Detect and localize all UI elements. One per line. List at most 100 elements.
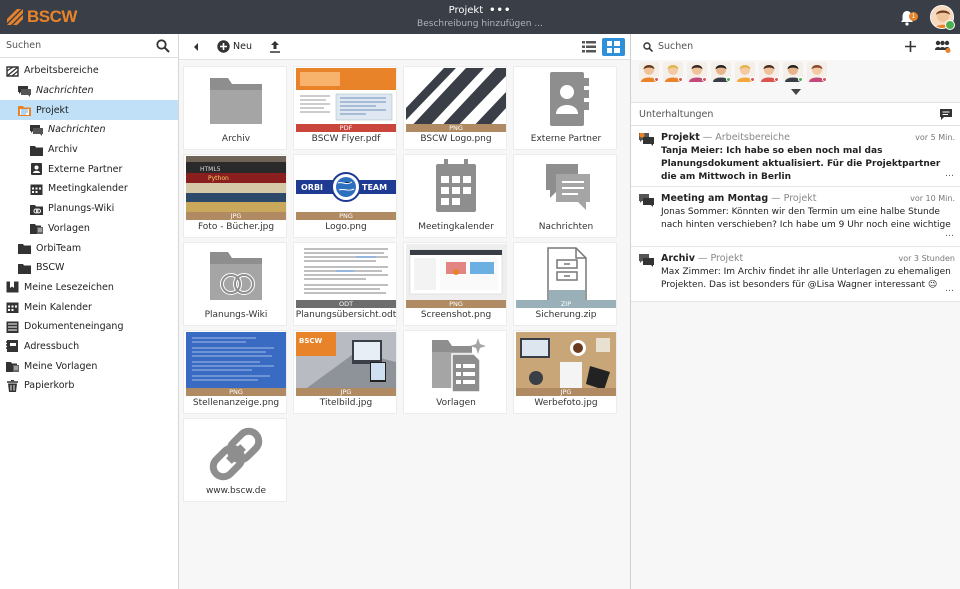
add-icon[interactable] bbox=[905, 41, 916, 52]
workspaces-icon bbox=[6, 66, 19, 77]
file-name: www.bscw.de bbox=[205, 486, 267, 496]
file-name: Werbefoto.jpg bbox=[534, 398, 598, 408]
folder-icon bbox=[18, 244, 31, 255]
conversation-item[interactable]: Archiv — Projekt vor 3 Stunden Max Zimmer:… bbox=[631, 247, 960, 302]
file-tile[interactable]: ZIP Sicherung.zip bbox=[513, 242, 617, 326]
file-tile[interactable]: Planungs-Wiki bbox=[183, 242, 287, 326]
file-tile[interactable]: PNG BSCW Logo.png bbox=[403, 66, 507, 150]
file-tile[interactable]: ODT Planungsübersicht.odt bbox=[293, 242, 397, 326]
tree-item-planungs-wiki[interactable]: Planungs-Wiki bbox=[0, 199, 178, 219]
tree-item-dokumenteneingang[interactable]: Dokumenteneingang bbox=[0, 317, 178, 337]
conversation-item[interactable]: Projekt — Arbeitsbereiche vor 5 Min. Tanja… bbox=[631, 126, 960, 187]
search-icon bbox=[643, 42, 653, 52]
people-search[interactable]: Suchen bbox=[631, 34, 960, 60]
messages-icon bbox=[18, 85, 31, 97]
tree-item-archiv[interactable]: Archiv bbox=[0, 140, 178, 160]
tree-item-papierkorb[interactable]: Papierkorb bbox=[0, 376, 178, 396]
page-title[interactable]: Projekt ••• bbox=[380, 5, 580, 16]
tree-item-adressbuch[interactable]: Adressbuch bbox=[0, 337, 178, 357]
tile-view-button[interactable] bbox=[602, 38, 625, 56]
search-icon[interactable] bbox=[156, 39, 170, 53]
trash-icon bbox=[7, 379, 18, 392]
conversation-title: Projekt — Arbeitsbereiche bbox=[661, 132, 790, 143]
tree-item-bscw[interactable]: BSCW bbox=[0, 258, 178, 278]
file-tile[interactable]: Vorlagen bbox=[403, 330, 507, 414]
file-tile[interactable]: Nachrichten bbox=[513, 154, 617, 238]
bscw-logo[interactable]: BSCW bbox=[6, 7, 77, 27]
tree-item-meetingkalender[interactable]: Meetingkalender bbox=[0, 179, 178, 199]
new-conversation-icon[interactable] bbox=[940, 109, 952, 120]
avatar[interactable] bbox=[735, 62, 755, 82]
titel-thumbnail-icon: BSCW JPG bbox=[296, 332, 396, 396]
upload-icon[interactable] bbox=[269, 40, 281, 53]
file-tile[interactable]: JPG Werbefoto.jpg bbox=[513, 330, 617, 414]
list-view-icon[interactable] bbox=[582, 41, 596, 53]
plus-circle-icon bbox=[217, 40, 230, 53]
more-icon[interactable]: … bbox=[945, 169, 955, 179]
presence-status-icon bbox=[678, 77, 683, 82]
conversations-title: Unterhaltungen bbox=[639, 109, 714, 120]
file-tile[interactable]: PNG Stellenanzeige.png bbox=[183, 330, 287, 414]
job-thumbnail-icon: PNG bbox=[186, 332, 286, 396]
tree-item-label: Adressbuch bbox=[24, 340, 80, 352]
avatar[interactable] bbox=[663, 62, 683, 82]
presence-status-icon bbox=[750, 77, 755, 82]
title-menu-icon[interactable]: ••• bbox=[489, 5, 511, 16]
tree-item-orbiteam[interactable]: OrbiTeam bbox=[0, 238, 178, 258]
templates-icon bbox=[6, 362, 19, 373]
add-description-link[interactable]: Beschreibung hinzufügen ... bbox=[380, 19, 580, 29]
file-tile[interactable]: Meetingkalender bbox=[403, 154, 507, 238]
chevron-down-icon[interactable] bbox=[791, 89, 801, 95]
conversation-item[interactable]: Meeting am Montag — Projekt vor 10 Min. Jo… bbox=[631, 187, 960, 247]
tree-item-nachrichten[interactable]: Nachrichten bbox=[0, 81, 178, 101]
file-tile[interactable]: Archiv bbox=[183, 66, 287, 150]
file-tile[interactable]: ORBI TEAM PNG Logo.png bbox=[293, 154, 397, 238]
svg-text:Python: Python bbox=[208, 175, 229, 182]
tree-item-externe-partner[interactable]: Externe Partner bbox=[0, 159, 178, 179]
group-icon[interactable] bbox=[934, 40, 951, 53]
new-button-label: Neu bbox=[233, 41, 252, 52]
more-icon[interactable]: … bbox=[945, 229, 955, 239]
sidebar-search-label: Suchen bbox=[6, 40, 42, 51]
avatar[interactable] bbox=[759, 62, 779, 82]
avatar[interactable] bbox=[807, 62, 827, 82]
tree-item-label: Meine Vorlagen bbox=[24, 360, 98, 372]
avatar[interactable] bbox=[687, 62, 707, 82]
tree-item-mein-kalender[interactable]: Mein Kalender bbox=[0, 297, 178, 317]
conversation-location-name: Arbeitsbereiche bbox=[715, 132, 791, 143]
file-name: Planungs-Wiki bbox=[204, 310, 268, 320]
tree-item-nachrichten[interactable]: Nachrichten bbox=[0, 120, 178, 140]
file-tile[interactable]: Externe Partner bbox=[513, 66, 617, 150]
file-name: Vorlagen bbox=[436, 398, 476, 408]
sidebar-search[interactable]: Suchen bbox=[0, 34, 178, 58]
new-button[interactable]: Neu bbox=[217, 40, 252, 53]
file-tile[interactable]: PDF BSCW Flyer.pdf bbox=[293, 66, 397, 150]
calendar-thumbnail-icon bbox=[406, 156, 506, 220]
screenshot-thumbnail-icon: PNG bbox=[406, 244, 506, 308]
logo-text: BSCW bbox=[27, 7, 77, 26]
chat-thumbnail-icon bbox=[516, 156, 616, 220]
more-icon[interactable]: … bbox=[945, 284, 955, 294]
tree-item-label: Planungs-Wiki bbox=[48, 203, 115, 215]
file-tile[interactable]: PNG Screenshot.png bbox=[403, 242, 507, 326]
svg-text:ORBI: ORBI bbox=[301, 183, 323, 192]
tree-item-projekt[interactable]: Projekt bbox=[0, 100, 178, 121]
collapse-left-icon[interactable] bbox=[192, 42, 200, 52]
conversation-location-name: Projekt bbox=[710, 253, 744, 264]
file-name: Externe Partner bbox=[530, 134, 602, 144]
file-tile[interactable]: HTML5 Python JPG Foto - Bücher.jpg bbox=[183, 154, 287, 238]
tree-item-meine-vorlagen[interactable]: Meine Vorlagen bbox=[0, 356, 178, 376]
conversation-preview: Jonas Sommer: Könnten wir den Termin um … bbox=[661, 207, 951, 230]
tree-item-meine-lesezeichen[interactable]: Meine Lesezeichen bbox=[0, 278, 178, 298]
avatar[interactable] bbox=[783, 62, 803, 82]
file-tile[interactable]: BSCW JPG Titelbild.jpg bbox=[293, 330, 397, 414]
folder-icon bbox=[18, 263, 31, 274]
avatar[interactable] bbox=[711, 62, 731, 82]
tree-item-label: Nachrichten bbox=[48, 124, 106, 136]
file-tile[interactable]: www.bscw.de bbox=[183, 418, 287, 502]
tree-item-vorlagen[interactable]: Vorlagen bbox=[0, 219, 178, 239]
tree-item-arbeitsbereiche[interactable]: Arbeitsbereiche bbox=[0, 61, 178, 81]
conversation-icon bbox=[639, 194, 654, 207]
conversation-location: — Arbeitsbereiche bbox=[699, 132, 791, 143]
avatar[interactable] bbox=[639, 62, 659, 82]
